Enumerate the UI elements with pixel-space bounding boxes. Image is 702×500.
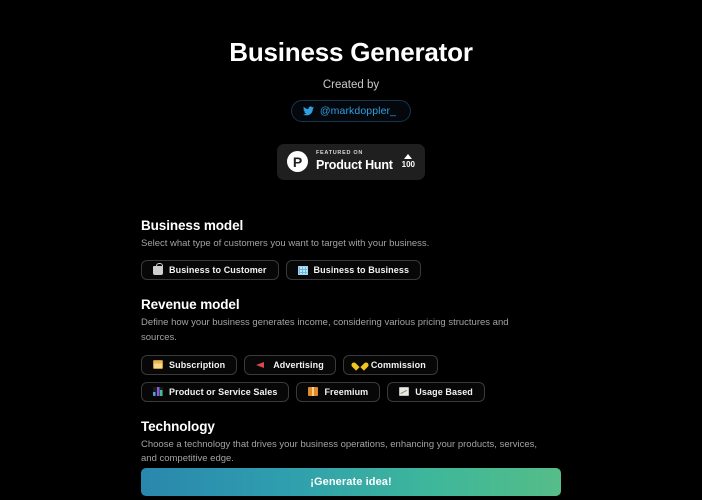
twitter-handle-text: @markdoppler_ xyxy=(319,104,397,117)
twitter-bird-icon xyxy=(302,106,314,116)
line-chart-icon xyxy=(399,387,410,397)
section-description-business-model: Select what type of customers you want t… xyxy=(141,237,430,249)
option-advertising[interactable]: Advertising xyxy=(244,354,336,375)
created-by-label: Created by xyxy=(322,78,380,91)
section-description-technology: Choose a technology that drives your bus… xyxy=(141,438,538,465)
product-hunt-logo-icon: P xyxy=(287,151,308,173)
section-business-model: Business model Select what type of custo… xyxy=(141,218,561,281)
option-freemium[interactable]: Freemium xyxy=(296,381,381,402)
gift-icon xyxy=(308,387,319,397)
product-hunt-badge[interactable]: P FEATURED ON Product Hunt 100 xyxy=(277,143,425,180)
bar-chart-icon xyxy=(153,387,163,397)
twitter-handle-link[interactable]: @markdoppler_ xyxy=(290,99,412,122)
generate-idea-button[interactable]: ¡Generate idea! xyxy=(141,468,561,496)
page-header: Business Generator Created by @markdoppl… xyxy=(0,0,702,122)
option-label: Product or Service Sales xyxy=(169,386,278,397)
option-usage-based[interactable]: Usage Based xyxy=(387,381,485,402)
option-label: Subscription xyxy=(169,359,226,370)
option-label: Business to Business xyxy=(313,265,410,276)
option-label: Freemium xyxy=(324,386,369,397)
product-hunt-text: FEATURED ON Product Hunt xyxy=(316,151,398,172)
option-label: Advertising xyxy=(273,359,324,370)
option-business-to-business[interactable]: Business to Business xyxy=(285,260,422,281)
shopping-bag-icon xyxy=(153,262,163,275)
product-hunt-featured-label: FEATURED ON xyxy=(316,150,364,157)
option-label: Commission xyxy=(370,359,426,370)
credit-card-icon xyxy=(153,360,163,370)
product-hunt-upvotes: 100 xyxy=(398,154,415,169)
office-building-icon xyxy=(297,265,308,275)
section-title-technology: Technology xyxy=(141,418,215,434)
option-label: Usage Based xyxy=(415,386,473,397)
product-hunt-name: Product Hunt xyxy=(316,157,393,172)
generate-idea-label: ¡Generate idea! xyxy=(310,476,392,488)
form-content: Business model Select what type of custo… xyxy=(0,218,702,497)
option-product-or-service-sales[interactable]: Product or Service Sales xyxy=(141,381,290,402)
page-title: Business Generator xyxy=(229,37,473,67)
option-business-to-customer[interactable]: Business to Customer xyxy=(141,260,279,281)
section-revenue-model: Revenue model Define how your business g… xyxy=(141,297,561,402)
product-hunt-badge-wrap: P FEATURED ON Product Hunt 100 xyxy=(0,143,702,180)
option-label: Business to Customer xyxy=(169,265,267,276)
app-root: Business Generator Created by @markdoppl… xyxy=(0,0,702,500)
caret-up-icon xyxy=(404,154,413,160)
option-row-business-model: Business to Customer Business to Busines… xyxy=(141,260,561,281)
section-title-business-model: Business model xyxy=(141,217,244,233)
option-commission[interactable]: Commission xyxy=(342,354,438,375)
option-subscription[interactable]: Subscription xyxy=(141,354,238,375)
option-row-revenue-model: Subscription Advertising Commission Prod… xyxy=(141,354,561,402)
megaphone-icon xyxy=(256,361,267,369)
yellow-heart-icon xyxy=(355,360,365,369)
product-hunt-upvote-count: 100 xyxy=(401,159,415,169)
section-title-revenue-model: Revenue model xyxy=(141,297,240,313)
section-description-revenue-model: Define how your business generates incom… xyxy=(141,317,509,344)
